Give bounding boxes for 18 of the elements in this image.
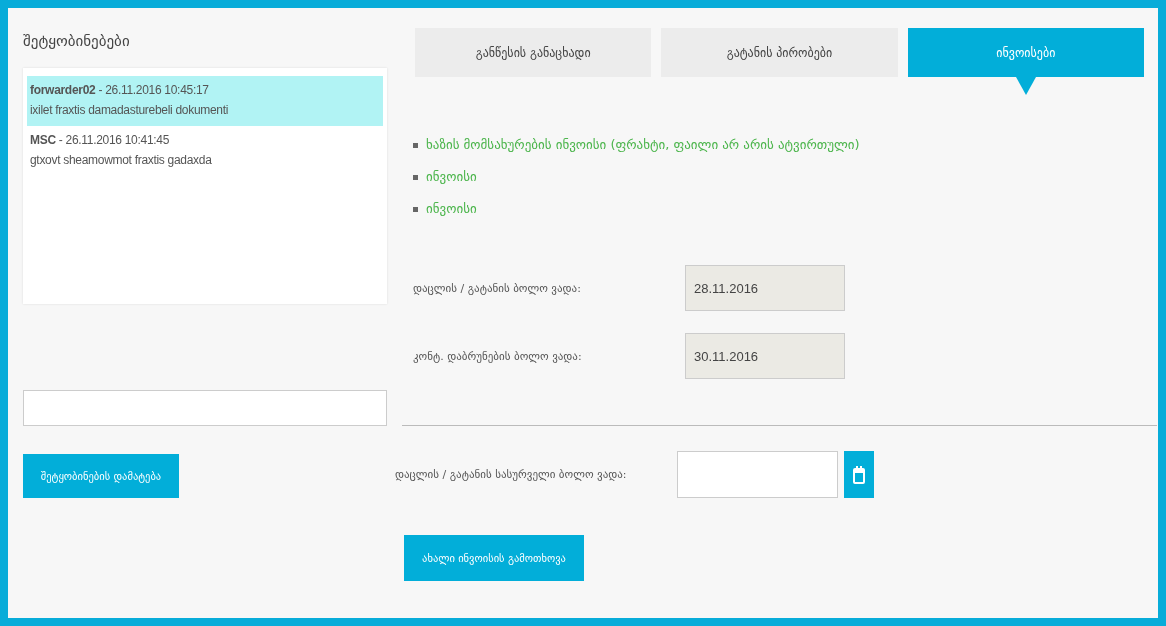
date-field[interactable] [677, 451, 838, 498]
field-label: კონტ. დაბრუნების ბოლო ვადა: [413, 349, 583, 363]
date-field[interactable]: 30.11.2016 [685, 333, 845, 379]
bullet-icon [413, 174, 418, 180]
tab[interactable]: გატანის პირობები [661, 28, 898, 77]
bullet-icon [413, 142, 418, 148]
panel-title: შეტყობინებები [23, 32, 131, 50]
date-field[interactable]: 28.11.2016 [685, 265, 845, 311]
calendar-icon [853, 465, 865, 484]
bullet-icon [413, 206, 418, 212]
message-item[interactable]: MSC - 26.11.2016 10:41:45 gtxovt sheamowmot fraxtis gadaxda [27, 126, 383, 176]
field-label: დაცლის / გატანის სასურველი ბოლო ვადა: [395, 468, 628, 481]
tab[interactable]: განწესის განაცხადი [415, 28, 652, 77]
field-label: დაცლის / გატანის ბოლო ვადა: [413, 281, 582, 295]
calendar-button[interactable] [844, 451, 874, 498]
message-item[interactable]: forwarder02 - 26.11.2016 10:45:17 ixilet fraxtis damadasturebeli dokumenti [27, 76, 383, 126]
message-input[interactable] [23, 390, 387, 426]
tab-pointer-icon [1015, 77, 1036, 95]
